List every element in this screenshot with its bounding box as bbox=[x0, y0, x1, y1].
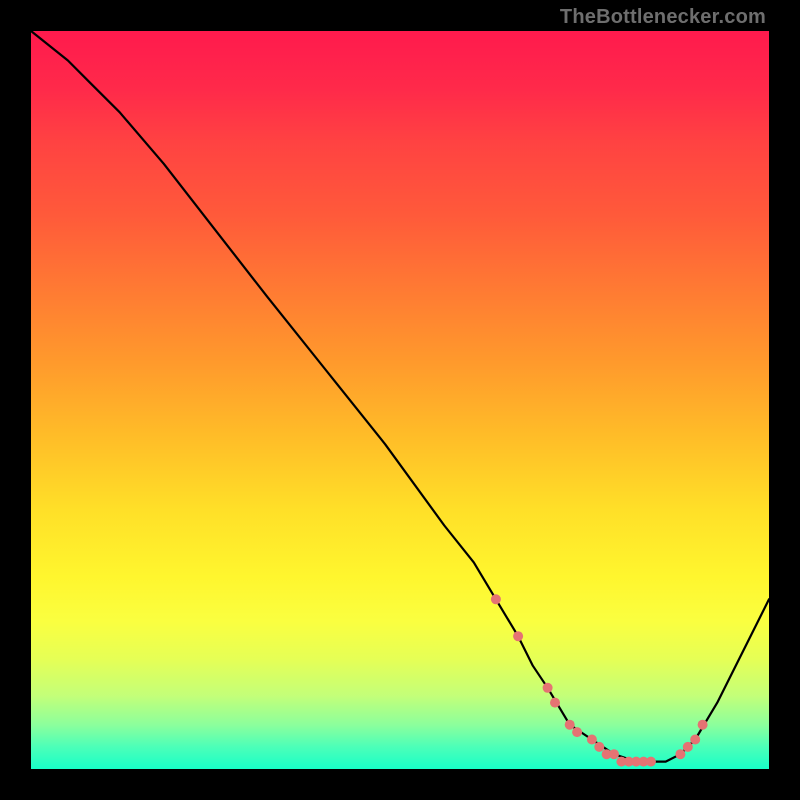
attribution-label: TheBottlenecker.com bbox=[560, 6, 766, 29]
data-point-marker bbox=[543, 683, 553, 693]
data-point-marker bbox=[491, 594, 501, 604]
data-point-marker bbox=[587, 735, 597, 745]
data-point-marker bbox=[572, 727, 582, 737]
data-point-marker bbox=[594, 742, 604, 752]
chart-svg bbox=[31, 31, 769, 769]
data-point-marker bbox=[513, 631, 523, 641]
data-point-marker bbox=[690, 735, 700, 745]
data-point-marker bbox=[646, 757, 656, 767]
data-point-marker bbox=[550, 698, 560, 708]
chart-frame: TheBottlenecker.com bbox=[0, 0, 800, 800]
marker-series bbox=[491, 594, 708, 766]
data-point-marker bbox=[683, 742, 693, 752]
bottleneck-curve bbox=[31, 31, 769, 762]
line-series bbox=[31, 31, 769, 762]
data-point-marker bbox=[698, 720, 708, 730]
data-point-marker bbox=[565, 720, 575, 730]
data-point-marker bbox=[675, 749, 685, 759]
data-point-marker bbox=[609, 749, 619, 759]
